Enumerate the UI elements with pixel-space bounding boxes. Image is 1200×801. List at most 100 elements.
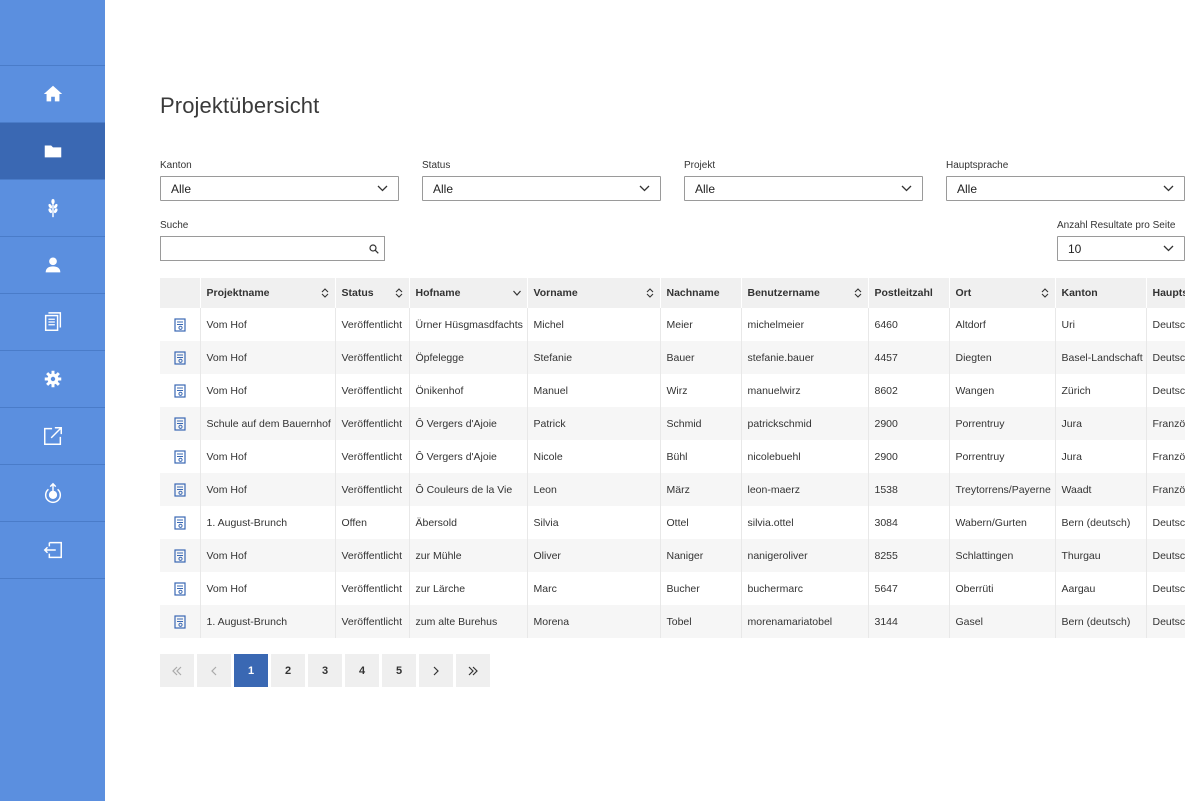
cell-benutzername: leon-maerz [741,473,869,506]
sidebar-item-projects[interactable] [0,123,105,180]
filter-kanton-select[interactable]: Alle [160,176,399,201]
page-button-1[interactable]: 1 [234,654,268,687]
row-action-cell[interactable] [160,374,201,407]
sidebar-item-settings[interactable] [0,351,105,408]
row-action-cell[interactable] [160,440,201,473]
column-header-kanton[interactable]: Kanton [1055,278,1147,308]
last-page-button[interactable] [456,654,490,687]
document-view-icon[interactable] [174,515,186,530]
cell-status: Veröffentlicht [335,374,410,407]
cell-status: Veröffentlicht [335,539,410,572]
row-action-cell[interactable] [160,605,201,638]
table-row[interactable]: Vom Hof Veröffentlicht Ô Vergers d'Ajoie Ni… [160,440,1185,473]
page-title: Projektübersicht [160,93,320,118]
document-view-icon[interactable] [174,383,186,398]
row-action-cell[interactable] [160,572,201,605]
filter-status-value: Alle [433,181,454,196]
table-row[interactable]: Vom Hof Veröffentlicht Ô Couleurs de la Vi… [160,473,1185,506]
cell-vorname: Patrick [527,407,661,440]
page-button-4[interactable]: 4 [345,654,379,687]
cell-vorname: Nicole [527,440,661,473]
chevron-left-icon [211,666,217,675]
table-row[interactable]: Vom Hof Veröffentlicht Önikenhof Manuel Wirz… [160,374,1185,407]
column-header-status[interactable]: Status [335,278,410,308]
double-chevron-right-icon [468,666,478,675]
sidebar-item-logout[interactable] [0,522,105,579]
cell-benutzername: silvia.ottel [741,506,869,539]
filter-status-select[interactable]: Alle [422,176,661,201]
next-page-button[interactable] [419,654,453,687]
cell-vorname: Oliver [527,539,661,572]
table-header-row: Projektname Status Hofname Vorname Nachn… [160,278,1185,308]
filter-projekt-select[interactable]: Alle [684,176,923,201]
cell-projektname: Vom Hof [200,473,336,506]
document-view-icon[interactable] [174,548,186,563]
document-view-icon[interactable] [174,581,186,596]
cell-vorname: Leon [527,473,661,506]
column-header-postleitzahl[interactable]: Postleitzahl [868,278,950,308]
cell-hauptsprache: Deutsch [1146,374,1185,407]
search-input[interactable] [161,237,369,260]
column-header-ort[interactable]: Ort [949,278,1056,308]
document-view-icon[interactable] [174,416,186,431]
filter-hauptsprache-select[interactable]: Alle [946,176,1185,201]
filter-status: Status Alle [422,160,661,201]
results-per-page-value: 10 [1068,241,1082,256]
sidebar-item-users[interactable] [0,237,105,294]
row-action-cell[interactable] [160,407,201,440]
filter-kanton-value: Alle [171,181,192,196]
column-header-vorname[interactable]: Vorname [527,278,661,308]
cell-benutzername: manuelwirz [741,374,869,407]
row-action-cell[interactable] [160,341,201,374]
cell-status: Veröffentlicht [335,572,410,605]
page-button-3[interactable]: 3 [308,654,342,687]
column-header-nachname[interactable]: Nachname [660,278,742,308]
row-action-cell[interactable] [160,539,201,572]
sidebar-item-external[interactable] [0,408,105,465]
previous-page-button[interactable] [197,654,231,687]
cell-hauptsprache: Deutsch [1146,341,1185,374]
page-button-2[interactable]: 2 [271,654,305,687]
sidebar-item-home[interactable] [0,66,105,123]
row-action-cell[interactable] [160,473,201,506]
cell-kanton: Basel-Landschaft [1055,341,1147,374]
table-row[interactable]: Vom Hof Veröffentlicht Öpfelegge Stefanie Ba… [160,341,1185,374]
row-action-cell[interactable] [160,308,201,341]
column-header-benutzername[interactable]: Benutzername [741,278,869,308]
document-view-icon[interactable] [174,482,186,497]
table-row[interactable]: Schule auf dem Bauernhof Veröffentlicht Ô … [160,407,1185,440]
cell-kanton: Jura [1055,407,1147,440]
filter-hauptsprache: Hauptsprache Alle [946,160,1185,201]
cell-nachname: Bauer [660,341,742,374]
cell-projektname: Vom Hof [200,374,336,407]
chevron-down-icon [639,185,650,192]
document-view-icon[interactable] [174,449,186,464]
filter-kanton-label: Kanton [160,160,192,171]
document-view-icon[interactable] [174,350,186,365]
search-icon[interactable] [369,243,379,254]
cell-ort: Wabern/Gurten [949,506,1056,539]
first-page-button[interactable] [160,654,194,687]
cell-vorname: Marc [527,572,661,605]
cell-kanton: Bern (deutsch) [1055,506,1147,539]
column-header-hauptsprache[interactable]: Hauptsprache [1146,278,1185,308]
page-button-5[interactable]: 5 [382,654,416,687]
table-row[interactable]: 1. August-Brunch Veröffentlicht zum alte B… [160,605,1185,638]
results-per-page-select[interactable]: 10 [1057,236,1185,261]
sidebar-item-upload[interactable] [0,465,105,522]
table-row[interactable]: Vom Hof Veröffentlicht zur Mühle Oliver Nani… [160,539,1185,572]
document-view-icon[interactable] [174,317,186,332]
chevron-down-icon [1163,245,1174,252]
sidebar-item-documents[interactable] [0,294,105,351]
sidebar-item-farms[interactable] [0,180,105,237]
table-row[interactable]: Vom Hof Veröffentlicht Ürner Hüsgmasdfacht… [160,308,1185,341]
table-row[interactable]: Vom Hof Veröffentlicht zur Lärche Marc Buche… [160,572,1185,605]
search-group: Suche [160,220,385,261]
cell-projektname: Vom Hof [200,308,336,341]
cell-ort: Porrentruy [949,407,1056,440]
column-header-projektname[interactable]: Projektname [200,278,336,308]
document-view-icon[interactable] [174,614,186,629]
table-row[interactable]: 1. August-Brunch Offen Äbersold Silvia Ottel… [160,506,1185,539]
row-action-cell[interactable] [160,506,201,539]
column-header-hofname[interactable]: Hofname [409,278,528,308]
